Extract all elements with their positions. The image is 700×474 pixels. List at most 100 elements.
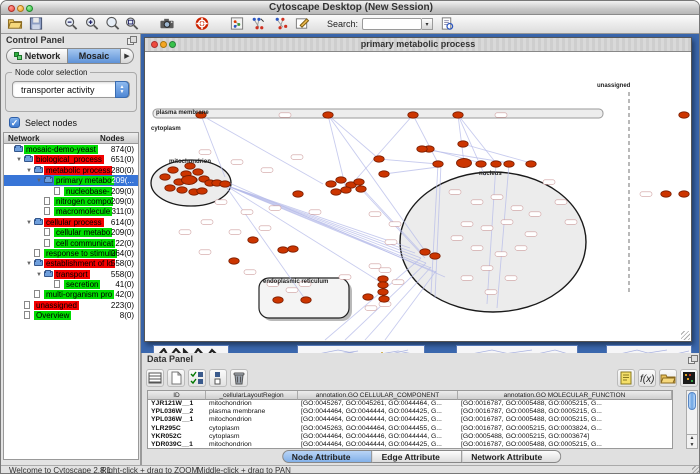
gene-node[interactable]: [453, 112, 463, 118]
cell-cellular-component[interactable]: [GO:0045267, GO:0045261, GO:0044464, G..…: [298, 400, 458, 408]
tree-row[interactable]: cell communicat22(0): [4, 238, 138, 248]
tree-row[interactable]: ▼establishment of lo558(0): [4, 258, 138, 268]
tree-row[interactable]: mosaic-demo-yeast874(0): [4, 144, 138, 154]
cell-region[interactable]: cytoplasm: [206, 425, 298, 433]
gene-node[interactable]: [526, 161, 536, 167]
gene-node[interactable]: [433, 161, 443, 167]
tab-network[interactable]: Network: [6, 48, 68, 64]
node-color-dropdown[interactable]: transporter activity ▲▼: [12, 81, 130, 98]
cell-cellular-component[interactable]: [GO:0044464, GO:0044446, GO:0044444, G..…: [298, 433, 458, 441]
attribute-batch-editor-icon[interactable]: [617, 369, 635, 387]
float-panel-icon[interactable]: [688, 355, 697, 363]
gene-node[interactable]: [379, 296, 389, 302]
cell-region[interactable]: plasma membrane: [206, 408, 298, 416]
table-row[interactable]: YKR052Ccytoplasm[GO:0044464, GO:0044446,…: [148, 433, 672, 441]
select-all-attributes-icon[interactable]: [188, 369, 206, 387]
select-attributes-table-icon[interactable]: [146, 369, 164, 387]
app-resize-grip[interactable]: [692, 466, 700, 474]
new-attribute-icon[interactable]: [167, 369, 185, 387]
gene-node[interactable]: [165, 185, 175, 191]
function-builder-icon[interactable]: f(x): [638, 369, 656, 387]
gene-node[interactable]: [220, 181, 230, 187]
zoom-out-icon[interactable]: [63, 16, 80, 32]
table-row[interactable]: YPL036W__2plasma membrane[GO:0044464, GO…: [148, 408, 672, 416]
cell-cellular-component[interactable]: [GO:0044464, GO:0044444, GO:0044425, G..…: [298, 441, 458, 449]
cell-cellular-component[interactable]: [GO:0045263, GO:0044464, GO:0044455, G..…: [298, 425, 458, 433]
tree-row[interactable]: nitrogen compo209(0): [4, 196, 138, 206]
gene-node[interactable]: [229, 258, 239, 264]
network-canvas[interactable]: plasma membranecytoplasmmitochondrionnuc…: [145, 52, 691, 341]
delete-attribute-icon[interactable]: [230, 369, 248, 387]
tree-row[interactable]: ▼biological_process651(0): [4, 154, 138, 164]
gene-node[interactable]: [378, 276, 388, 282]
table-row[interactable]: YPL036W__1mitochondrion[GO:0044464, GO:0…: [148, 416, 672, 424]
network-view-titlebar[interactable]: primary metabolic process: [145, 38, 691, 52]
table-row[interactable]: YLR295Ccytoplasm[GO:0045263, GO:0044464,…: [148, 425, 672, 433]
gene-node[interactable]: [278, 247, 288, 253]
gene-node[interactable]: [679, 191, 689, 197]
select-nodes-checkbox[interactable]: ✓: [9, 117, 20, 128]
zoom-in-icon[interactable]: [84, 16, 101, 32]
gene-node[interactable]: [420, 249, 430, 255]
save-session-icon[interactable]: [28, 16, 45, 32]
cell-region[interactable]: mitochondrion: [206, 416, 298, 424]
gene-node[interactable]: [288, 246, 298, 252]
gene-node[interactable]: [326, 181, 336, 187]
import-attributes-icon[interactable]: [659, 369, 677, 387]
cell-molecular-function[interactable]: [GO:0016787, GO:0005488, GO:0005215, G..…: [458, 441, 672, 449]
cell-molecular-function[interactable]: [GO:0016787, GO:0005215, GO:0003824, G..…: [458, 425, 672, 433]
cell-id[interactable]: YPL036W__2: [148, 408, 206, 416]
table-row[interactable]: YJR121W__1mitochondrion[GO:0045267, GO:0…: [148, 400, 672, 408]
cell-molecular-function[interactable]: [GO:0005488, GO:0005215, GO:0003674]: [458, 433, 672, 441]
cell-id[interactable]: YKR052C: [148, 433, 206, 441]
tree-row[interactable]: cellular metabo209(0): [4, 227, 138, 237]
gene-node[interactable]: [197, 188, 207, 194]
scrollbar-thumb[interactable]: [688, 392, 696, 410]
gene-node[interactable]: [341, 187, 351, 193]
gene-node[interactable]: [293, 191, 303, 197]
gene-node[interactable]: [379, 171, 389, 177]
gene-node[interactable]: [331, 189, 341, 195]
snapshot-icon[interactable]: [159, 16, 176, 32]
table-header-3[interactable]: annotation.GO MOLECULAR_FUNCTION: [458, 391, 672, 400]
tree-row[interactable]: ▼primary metabo209(...: [4, 175, 138, 185]
gene-node[interactable]: [323, 112, 333, 118]
scrollbar-arrows-icon[interactable]: ▲▼: [687, 434, 697, 448]
tree-row[interactable]: Overview8(0): [4, 310, 138, 320]
tab-edge-attribute-browser[interactable]: Edge Attribute Browser: [373, 450, 463, 463]
gene-node[interactable]: [504, 161, 514, 167]
gene-node[interactable]: [354, 179, 364, 185]
cell-region[interactable]: cytoplasm: [206, 433, 298, 441]
tab-network-attribute-browser[interactable]: Network Attribute Browser: [462, 450, 561, 463]
gene-node[interactable]: [417, 146, 427, 152]
table-header-0[interactable]: ID: [148, 391, 206, 400]
gene-node[interactable]: [273, 297, 283, 303]
gene-node[interactable]: [679, 112, 689, 118]
cell-id[interactable]: YLR295C: [148, 425, 206, 433]
gene-node[interactable]: [168, 167, 178, 173]
gene-node[interactable]: [430, 253, 440, 259]
gene-node[interactable]: [457, 159, 472, 168]
cell-id[interactable]: YPL036W__1: [148, 416, 206, 424]
zoom-fit-icon[interactable]: [124, 16, 141, 32]
tab-node-attribute-browser[interactable]: Node Attribute Browser: [282, 450, 373, 463]
gene-node[interactable]: [408, 112, 418, 118]
cell-cellular-component[interactable]: [GO:0044464, GO:0044444, GO:0044425, G..…: [298, 408, 458, 416]
tab-overflow-arrow-icon[interactable]: ▶: [121, 48, 134, 64]
gene-node[interactable]: [356, 186, 366, 192]
gene-node[interactable]: [177, 187, 187, 193]
gene-node[interactable]: [458, 141, 468, 147]
tree-row[interactable]: secretion41(0): [4, 279, 138, 289]
matrix-view-icon[interactable]: [680, 369, 698, 387]
gene-node[interactable]: [182, 176, 197, 185]
layout-a-icon[interactable]: [250, 16, 267, 32]
gene-node[interactable]: [336, 177, 346, 183]
tree-col-nodes[interactable]: Nodes: [100, 134, 124, 143]
search-dropdown-icon[interactable]: ▾: [422, 18, 433, 30]
cell-id[interactable]: YDR039C__1: [148, 441, 206, 449]
show-graphics-details-icon[interactable]: [229, 16, 246, 32]
gene-node[interactable]: [301, 297, 311, 303]
window-resize-grip[interactable]: [681, 331, 690, 340]
table-header-2[interactable]: annotation.GO CELLULAR_COMPONENT: [298, 391, 458, 400]
cell-molecular-function[interactable]: [GO:0016787, GO:0005488, GO:0005215, G..…: [458, 408, 672, 416]
